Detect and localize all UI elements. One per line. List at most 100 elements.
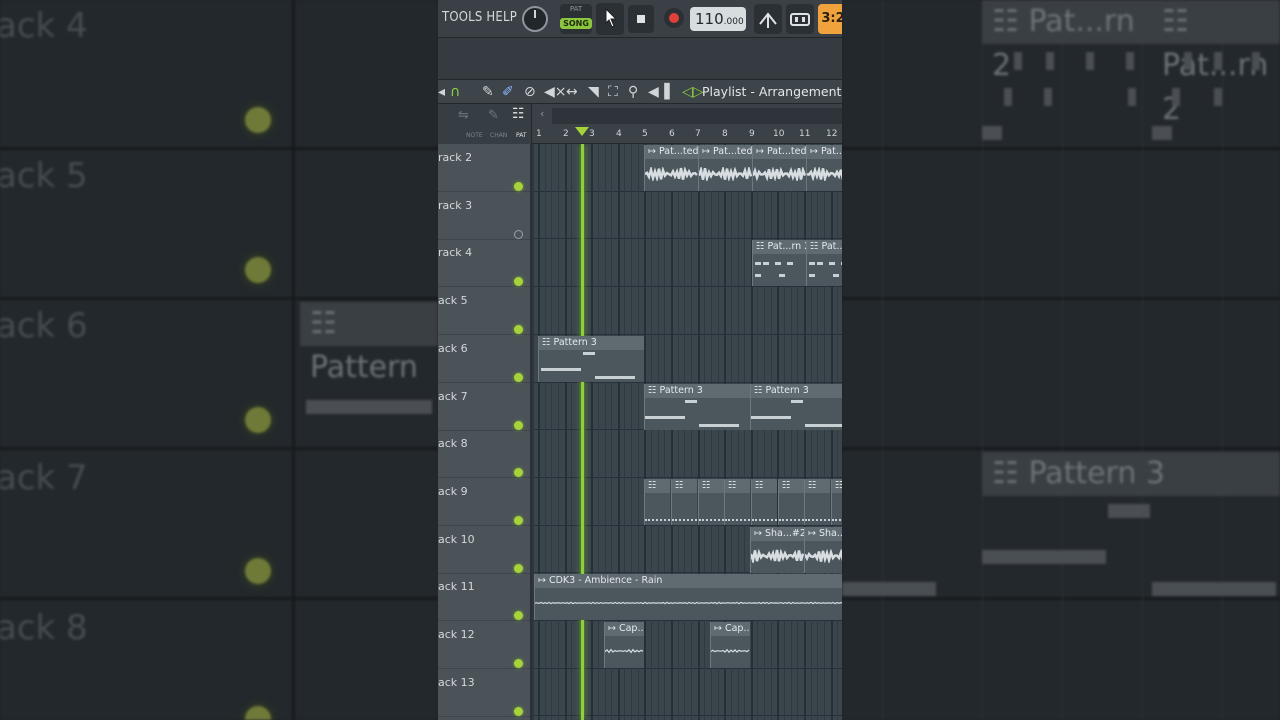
chan-label[interactable]: CHAN	[490, 132, 507, 139]
audio-clip[interactable]: ↦ Cap...	[710, 622, 750, 668]
track-enable-led[interactable]	[514, 325, 523, 335]
bg-note	[1214, 52, 1222, 70]
pattern-clip[interactable]: ☷ Pattern 3	[538, 335, 644, 382]
slip-icon[interactable]: ↔	[566, 84, 578, 100]
master-volume-knob[interactable]	[522, 6, 548, 32]
pattern-clip[interactable]: ☷	[644, 478, 670, 525]
bg-track-label: ack 8	[0, 608, 88, 648]
wait-input-button[interactable]	[786, 4, 814, 34]
tempo-display[interactable]: 110.000	[690, 7, 746, 31]
track-header[interactable]: ack 13	[438, 669, 530, 717]
bar-number: 12	[826, 129, 838, 139]
track-header[interactable]: ack 8	[438, 430, 530, 479]
playhead-marker[interactable]	[575, 127, 589, 136]
clip-label: ☷ Pat...rn	[807, 240, 842, 255]
audio-clip[interactable]: ↦ Pat...te	[806, 145, 842, 191]
track-enable-led[interactable]	[514, 277, 523, 287]
track-enable-led[interactable]	[514, 468, 523, 478]
grid-line	[597, 144, 599, 720]
pat-song-toggle[interactable]: PAT SONG	[560, 4, 592, 34]
audio-clip[interactable]: ↦ Pat...ted)	[752, 145, 806, 191]
stop-button[interactable]	[628, 5, 654, 33]
timeline-overview[interactable]	[552, 108, 842, 124]
shuffle-icon[interactable]: ⇋	[458, 108, 469, 123]
track-header[interactable]: rack 4	[438, 239, 530, 288]
timeline-ruler[interactable]: ‹ 1 2 3 4 5 6 7 8 9 10 11 12	[532, 104, 842, 144]
track-header[interactable]: ack 12	[438, 621, 530, 669]
pattern-clip[interactable]: ☷ Pattern 3	[644, 383, 750, 430]
track-header[interactable]: ack 7	[438, 383, 530, 431]
song-mode-label: SONG	[560, 18, 592, 29]
metronome-button[interactable]	[754, 4, 782, 34]
grid-line	[777, 144, 780, 720]
paint-icon[interactable]: ✐	[502, 84, 514, 100]
track-header[interactable]: rack 2	[438, 144, 530, 192]
speaker-icon[interactable]: ◀▐	[648, 84, 670, 100]
pattern-note	[595, 375, 635, 379]
track-header[interactable]: ack 11	[438, 573, 530, 622]
track-header[interactable]: ack 9	[438, 478, 530, 526]
scroll-left-icon[interactable]: ‹	[540, 107, 544, 120]
record-button[interactable]	[664, 8, 684, 28]
bg-row	[842, 300, 1280, 450]
audio-clip[interactable]: ↦ CDK3 - Ambience - Rain	[534, 574, 842, 621]
audio-waveform	[645, 167, 698, 181]
pattern-clip[interactable]: ☷	[724, 478, 750, 525]
pattern-clip[interactable]: ☷	[698, 478, 724, 525]
pat-label[interactable]: PAT	[516, 132, 527, 139]
time-display[interactable]: 3:2	[818, 4, 842, 34]
track-enable-led[interactable]	[514, 706, 523, 716]
slice-icon[interactable]: ◥	[588, 84, 599, 100]
pattern-clip[interactable]: ☷ Pattern 3	[750, 383, 842, 430]
brush-icon[interactable]: ✎	[488, 108, 499, 123]
playlist-arrows-icon[interactable]: ◁▷	[682, 84, 704, 100]
playlist-title: Playlist - Arrangement	[702, 84, 842, 99]
track-enable-led[interactable]	[514, 611, 523, 621]
track-header[interactable]: rack 3	[438, 192, 530, 240]
track-enable-led[interactable]	[514, 659, 523, 668]
bg-pattern-clip: ☷ Pat...rn 2	[982, 0, 1152, 83]
arrow-left-icon[interactable]: ◂	[438, 84, 445, 100]
grid-line	[564, 144, 567, 720]
track-enable-led[interactable]	[514, 563, 523, 573]
zoom-icon[interactable]: ⚲	[628, 84, 638, 100]
play-button[interactable]	[596, 3, 624, 35]
track-enable-led[interactable]	[514, 372, 523, 382]
track-header[interactable]: ack 5	[438, 287, 530, 336]
track-enable-led[interactable]	[514, 515, 523, 525]
audio-clip[interactable]: ↦ Sha...	[804, 526, 842, 573]
pattern-clip[interactable]: ☷	[778, 478, 804, 525]
audio-clip[interactable]: ↦ Sha...#2	[750, 526, 804, 573]
note-label[interactable]: NOTE	[466, 132, 483, 139]
bg-note	[306, 400, 432, 414]
pattern-clip[interactable]: ☷	[671, 478, 697, 525]
track-header[interactable]: ack 10	[438, 526, 530, 574]
audio-clip[interactable]: ↦ Pat...ted)	[698, 145, 752, 191]
delete-icon[interactable]: ⊘	[524, 84, 536, 100]
clip-label: ☷	[699, 478, 724, 493]
pattern-clip[interactable]: ☷	[831, 478, 842, 525]
pattern-clip[interactable]: ☷	[804, 478, 830, 525]
bg-grid-line	[1062, 0, 1063, 720]
playlist-grid[interactable]: ↦ Pat...ted) ↦ Pat...ted) ↦ Pat...ted) ↦ Pa…	[534, 144, 842, 720]
track-header[interactable]: ack 6	[438, 335, 530, 383]
track-enable-led[interactable]	[514, 420, 523, 430]
pattern-clip[interactable]: ☷	[751, 478, 777, 525]
pencil-icon[interactable]: ✎	[482, 84, 494, 100]
mute-icon[interactable]: ◀×	[544, 84, 567, 100]
magnet-icon[interactable]: ∩	[450, 84, 460, 100]
bar-number: 10	[773, 129, 785, 139]
track-enable-led[interactable]	[514, 229, 523, 239]
piano-icon[interactable]: ☷	[512, 106, 525, 122]
track-name: ack 11	[438, 580, 475, 594]
bar-number: 3	[589, 129, 595, 139]
audio-clip[interactable]: ↦ Cap...	[604, 622, 644, 668]
menu-tools-help[interactable]: TOOLS HELP	[442, 10, 517, 25]
track-enable-led[interactable]	[514, 182, 523, 191]
audio-clip[interactable]: ↦ Pat...ted)	[644, 145, 698, 191]
fl-studio-window: TOOLS HELP PAT SONG 110.000 3:2 ◂ ∩ ✎ ✐ …	[438, 0, 842, 720]
bg-track-label: ack 4	[0, 6, 88, 46]
pattern-clip[interactable]: ☷ Pat...rn 2	[752, 240, 806, 287]
pattern-clip[interactable]: ☷ Pat...rn	[806, 240, 842, 287]
select-icon[interactable]: ⛶	[608, 84, 618, 100]
